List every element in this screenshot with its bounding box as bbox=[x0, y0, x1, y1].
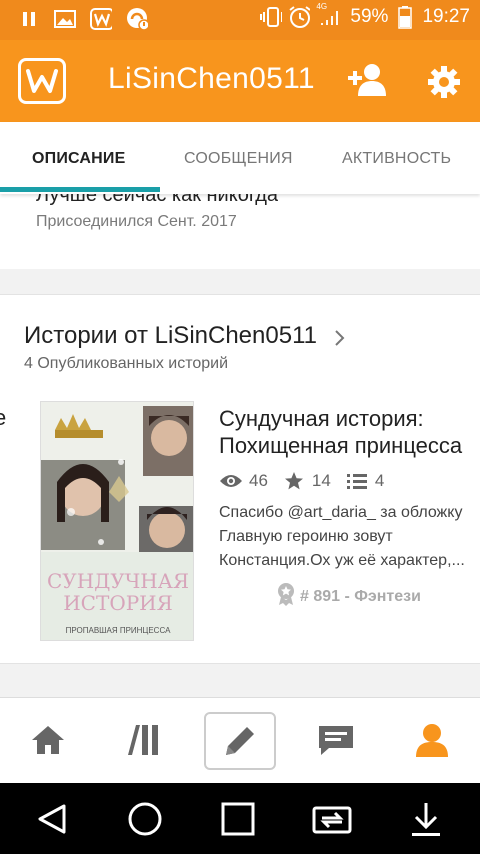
alarm-icon bbox=[288, 6, 311, 28]
story-description: Спасибо @art_daria_ за обложку Главную г… bbox=[219, 501, 480, 573]
description-line: Спасибо @art_daria_ за обложку bbox=[219, 504, 463, 521]
download-notifications-icon[interactable] bbox=[406, 799, 446, 839]
active-tab-indicator bbox=[0, 187, 160, 192]
profile-tabs: ОПИСАНИЕ СООБЩЕНИЯ АКТИВНОСТЬ bbox=[0, 122, 480, 194]
star-icon bbox=[282, 471, 306, 491]
cover-title-line2: ИСТОРИЯ bbox=[63, 591, 173, 615]
story-title[interactable]: Сундучная история: Похищенная принцесса bbox=[219, 405, 462, 459]
cover-title-line1: СУНДУЧНАЯ bbox=[46, 569, 190, 593]
story-stats: 46 14 4 bbox=[219, 471, 398, 491]
clock: 19:27 bbox=[422, 6, 470, 27]
story-cover-image[interactable]: СУНДУЧНАЯ ИСТОРИЯ ПРОПАВШАЯ ПРИНЦЕССА bbox=[40, 401, 194, 641]
battery-percent: 59% bbox=[350, 6, 389, 27]
joined-date: Присоединился Сент. 2017 bbox=[36, 213, 237, 230]
rank-badge-icon bbox=[276, 582, 296, 611]
tab-messages[interactable]: СООБЩЕНИЯ bbox=[184, 150, 293, 168]
description-line: Констанция.Ох уж её характер,... bbox=[219, 552, 465, 569]
cover-subtitle: ПРОПАВШАЯ ПРИНЦЕССА bbox=[65, 626, 171, 635]
wattpad-notif-icon bbox=[90, 8, 112, 30]
back-icon[interactable] bbox=[32, 799, 72, 839]
home-circle-icon[interactable] bbox=[125, 799, 165, 839]
bottom-navigation bbox=[0, 697, 480, 783]
story-title-line1: Сундучная история: bbox=[219, 406, 424, 431]
stories-card: Истории от LiSinChen0511 4 Опубликованны… bbox=[0, 294, 480, 664]
story-rank[interactable]: # 891 - Фэнтези bbox=[276, 582, 421, 611]
write-icon[interactable] bbox=[204, 712, 276, 770]
reads-count: 46 bbox=[249, 471, 268, 490]
parts-count: 4 bbox=[374, 471, 385, 490]
wattpad-logo-icon[interactable] bbox=[18, 58, 66, 104]
list-icon bbox=[345, 471, 369, 491]
stories-count: 4 Опубликованных историй bbox=[24, 355, 229, 372]
gear-icon[interactable] bbox=[426, 64, 462, 100]
tab-description[interactable]: ОПИСАНИЕ bbox=[32, 150, 125, 168]
signal-icon: 4G bbox=[316, 2, 344, 28]
description-line: Главную героиню зовут bbox=[219, 528, 393, 545]
home-icon[interactable] bbox=[18, 712, 78, 768]
switch-app-icon[interactable] bbox=[312, 799, 352, 839]
system-navigation-bar bbox=[0, 783, 480, 854]
tab-activity[interactable]: АКТИВНОСТЬ bbox=[342, 150, 451, 168]
library-icon[interactable] bbox=[114, 712, 174, 768]
add-user-icon[interactable] bbox=[346, 62, 390, 98]
battery-icon bbox=[394, 6, 416, 29]
pause-icon bbox=[18, 8, 40, 30]
network-type-label: 4G bbox=[316, 2, 328, 11]
status-bar: 4G 59% 19:27 bbox=[0, 0, 480, 40]
votes-count: 14 bbox=[311, 471, 331, 490]
previous-story-edge-text: е bbox=[0, 405, 6, 431]
story-title-line2: Похищенная принцесса bbox=[219, 433, 463, 458]
eye-icon bbox=[219, 471, 243, 491]
rank-text: # 891 - Фэнтези bbox=[300, 587, 421, 605]
image-icon bbox=[54, 8, 76, 30]
chevron-right-icon[interactable] bbox=[334, 329, 346, 347]
profile-icon[interactable] bbox=[402, 712, 462, 768]
vibrate-icon bbox=[260, 6, 283, 28]
app-bar: LiSinChen0511 bbox=[0, 40, 480, 122]
profile-username: LiSinChen0511 bbox=[108, 62, 315, 95]
notification-icon bbox=[126, 8, 148, 31]
recents-icon[interactable] bbox=[218, 799, 258, 839]
stories-section-title[interactable]: Истории от LiSinChen0511 bbox=[24, 322, 317, 350]
messages-icon[interactable] bbox=[306, 712, 366, 768]
